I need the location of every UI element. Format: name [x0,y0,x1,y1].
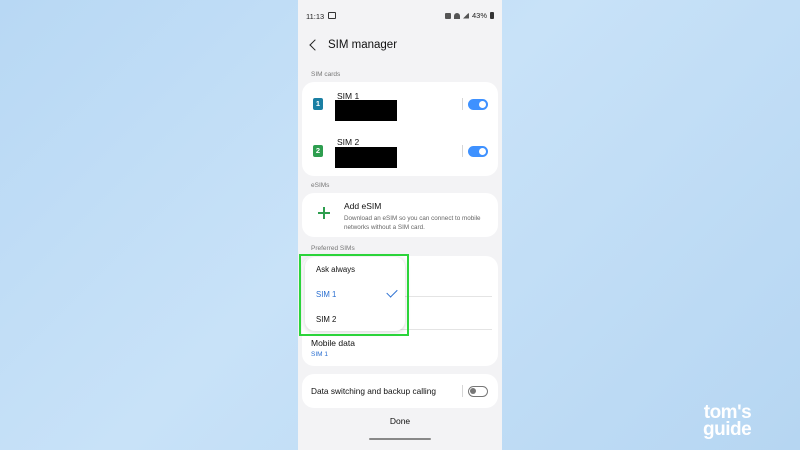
mobile-data-title[interactable]: Mobile data [311,338,355,348]
section-label-sim-cards: SIM cards [311,71,341,78]
redacted-phone-number [335,147,397,168]
add-esim-title: Add eSIM [344,201,382,211]
watermark-line-2: guide [703,419,752,440]
gallery-notification-icon [328,12,336,19]
plus-icon [318,207,330,219]
sim-2-badge-icon: 2 [313,145,323,157]
header: SIM manager [298,34,502,60]
mobile-data-value: SIM 1 [311,351,328,358]
sim-cards-card: 1 SIM 1 2 SIM 2 [302,82,498,176]
annotation-highlight-box [299,254,409,336]
home-indicator[interactable] [369,438,431,440]
sim-row-2[interactable]: 2 SIM 2 [302,128,498,174]
add-esim-row[interactable]: Add eSIM Download an eSIM so you can con… [302,193,498,237]
sim-2-toggle[interactable] [468,146,488,157]
redacted-phone-number [335,100,397,121]
mute-icon [444,12,451,19]
wifi-icon [453,12,460,19]
sim-2-name: SIM 2 [337,137,360,147]
section-label-esims: eSIMs [311,182,330,189]
sim-row-1[interactable]: 1 SIM 1 [302,82,498,128]
data-switching-toggle[interactable] [468,386,488,397]
page-title: SIM manager [328,39,398,51]
data-switching-label: Data switching and backup calling [311,386,436,396]
battery-icon [490,12,494,19]
back-arrow-icon[interactable] [309,39,321,51]
signal-icon [462,12,469,19]
sim-1-badge-icon: 1 [313,98,323,110]
status-time: 11:13 [306,12,325,21]
add-esim-description: Download an eSIM so you can connect to m… [344,215,481,231]
section-label-preferred-sims: Preferred SIMs [311,245,355,252]
status-bar: 11:13 43% [298,0,502,30]
watermark-logo: tom's guide [703,403,752,440]
phone-screen: 11:13 43% SIM manager SIM cards 1 SIM 1 … [298,0,502,450]
battery-percent: 43% [471,11,487,20]
sim-1-toggle[interactable] [468,99,488,110]
done-button[interactable]: Done [298,416,502,426]
